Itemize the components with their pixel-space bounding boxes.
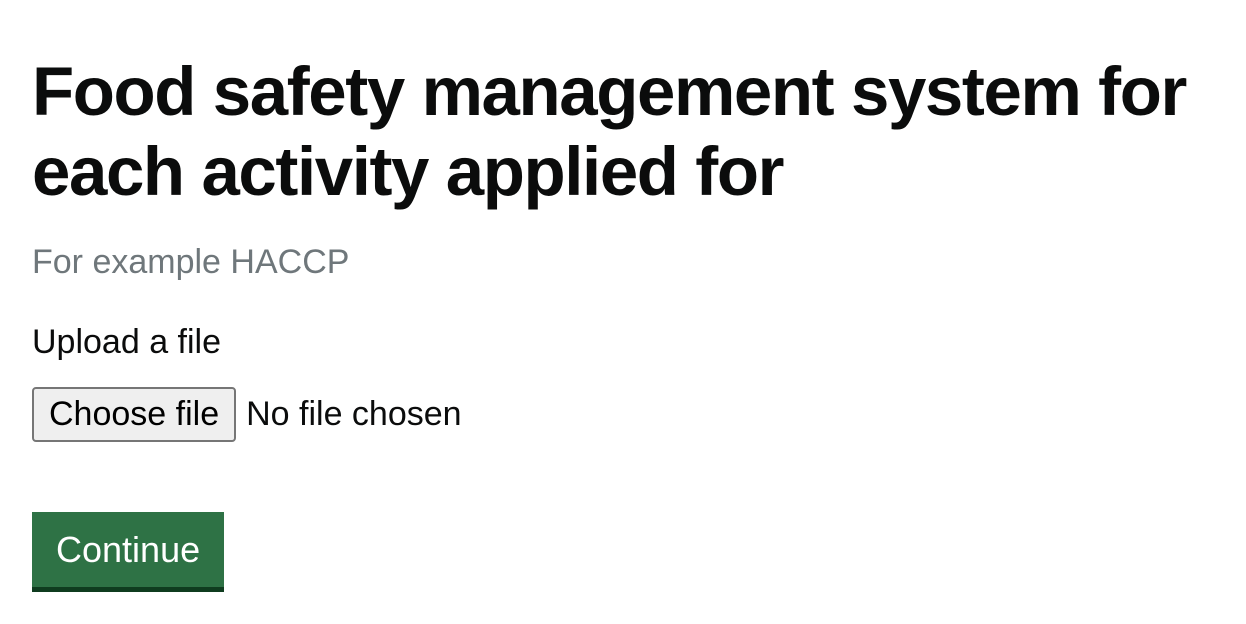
hint-text: For example HACCP (32, 243, 350, 281)
page-title-line-2: each activity applied for (32, 133, 784, 210)
page-title-line-1: Food safety management system for (32, 53, 1187, 130)
upload-label: Upload a file (32, 323, 222, 361)
choose-file-button[interactable]: Choose file (32, 386, 237, 442)
continue-button[interactable]: Continue (32, 512, 225, 592)
file-status-text: No file chosen (246, 395, 462, 433)
page-title: Food safety management system for each ac… (32, 52, 1232, 212)
file-upload-input[interactable]: Choose file No file chosen (32, 386, 462, 442)
page: Food safety management system for each ac… (0, 0, 1246, 624)
